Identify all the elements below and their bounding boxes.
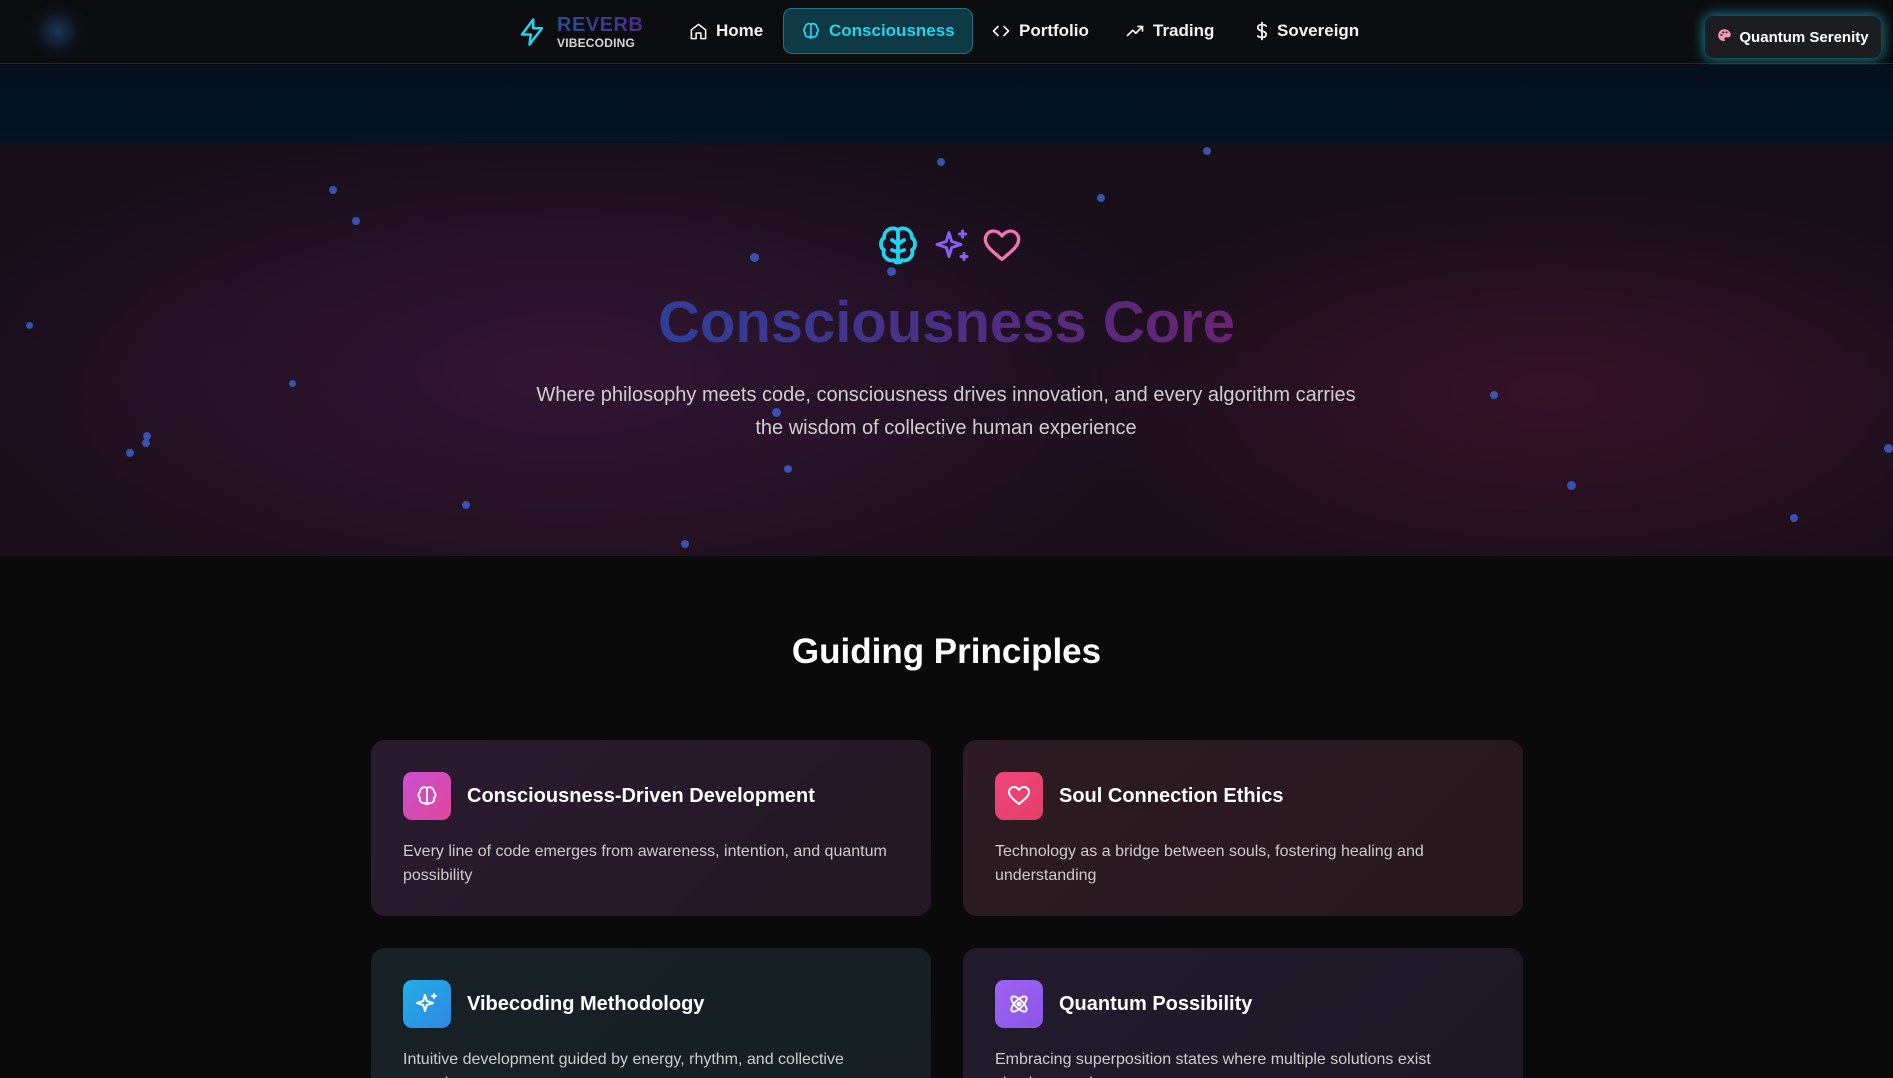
brain-icon	[801, 21, 821, 41]
particle-dot	[937, 158, 945, 166]
section-title: Guiding Principles	[791, 632, 1102, 671]
nav-item-trading[interactable]: Trading	[1108, 8, 1231, 54]
particle-dot	[1490, 391, 1498, 399]
nav-item-label: Sovereign	[1277, 21, 1360, 40]
heart-icon	[982, 226, 1022, 271]
particle-dot	[352, 217, 360, 225]
principle-card: Soul Connection Ethics Technology as a b…	[963, 740, 1523, 916]
top-nav: REVERB VIBECODING Home Consciousness Por…	[0, 0, 1893, 64]
nav-item-home[interactable]: Home	[672, 8, 780, 54]
hero-icon-row	[874, 223, 1022, 273]
hero-subtitle-line: the wisdom of collective human experienc…	[755, 417, 1137, 439]
particle-dot	[1884, 444, 1893, 453]
bolt-icon	[517, 15, 547, 49]
particle-dot	[126, 449, 134, 457]
particle-dot	[681, 540, 689, 548]
trending-up-icon	[1125, 22, 1145, 40]
nav-glow-decoration	[20, 5, 95, 57]
sparkles-icon	[934, 228, 970, 269]
brand-subtitle: VIBECODING	[557, 36, 636, 50]
heart-icon	[995, 772, 1043, 820]
dollar-icon	[1255, 21, 1269, 41]
particle-dot	[462, 501, 470, 509]
hero-subtitle-line: Where philosophy meets code, consciousne…	[536, 384, 1356, 406]
card-description: Technology as a bridge between souls, fo…	[995, 843, 1424, 884]
particle-dot	[142, 439, 150, 447]
particle-dot	[1203, 147, 1211, 155]
card-description: Intuitive development guided by energy, …	[403, 1051, 844, 1078]
principle-card: Quantum Possibility Embracing superposit…	[963, 948, 1523, 1078]
brain-icon	[403, 772, 451, 820]
particle-dot	[1567, 481, 1576, 490]
brain-icon	[874, 222, 922, 275]
nav-item-label: Portfolio	[1019, 21, 1089, 40]
particle-dot	[329, 186, 337, 194]
nav-shadow-band	[0, 65, 1893, 143]
particle-dot	[1097, 194, 1105, 202]
nav-item-consciousness[interactable]: Consciousness	[783, 8, 973, 54]
particle-dot	[289, 380, 296, 387]
theme-switcher-button[interactable]: Quantum Serenity	[1705, 16, 1881, 58]
hero-section: Consciousness Core Where philosophy meet…	[0, 143, 1893, 556]
particle-dot	[1790, 514, 1798, 522]
hero-subtitle: Where philosophy meets code, consciousne…	[496, 379, 1396, 445]
page-title: Consciousness Core	[658, 290, 1235, 355]
principle-card: Vibecoding Methodology Intuitive develop…	[371, 948, 931, 1078]
card-title: Vibecoding Methodology	[467, 992, 705, 1015]
atom-icon	[995, 980, 1043, 1028]
card-title: Quantum Possibility	[1059, 992, 1253, 1015]
brand-title: REVERB	[557, 14, 644, 36]
card-description: Every line of code emerges from awarenes…	[403, 843, 887, 884]
code-icon	[991, 22, 1011, 40]
card-description: Embracing superposition states where mul…	[995, 1051, 1431, 1078]
particle-dot	[784, 465, 792, 473]
nav-item-portfolio[interactable]: Portfolio	[974, 8, 1106, 54]
principle-card: Consciousness-Driven Development Every l…	[371, 740, 931, 916]
card-title: Soul Connection Ethics	[1059, 784, 1284, 807]
card-title: Consciousness-Driven Development	[467, 784, 815, 807]
nav-item-label: Home	[716, 21, 764, 40]
palette-icon	[1717, 28, 1732, 47]
nav-item-sovereign[interactable]: Sovereign	[1238, 8, 1376, 54]
theme-button-label: Quantum Serenity	[1739, 28, 1869, 46]
home-icon	[689, 22, 708, 41]
brand-logo[interactable]: REVERB VIBECODING	[517, 12, 643, 52]
sparkles-icon	[403, 980, 451, 1028]
particle-dot	[750, 253, 759, 262]
nav-item-label: Trading	[1153, 21, 1215, 40]
nav-item-label: Consciousness	[829, 21, 955, 40]
